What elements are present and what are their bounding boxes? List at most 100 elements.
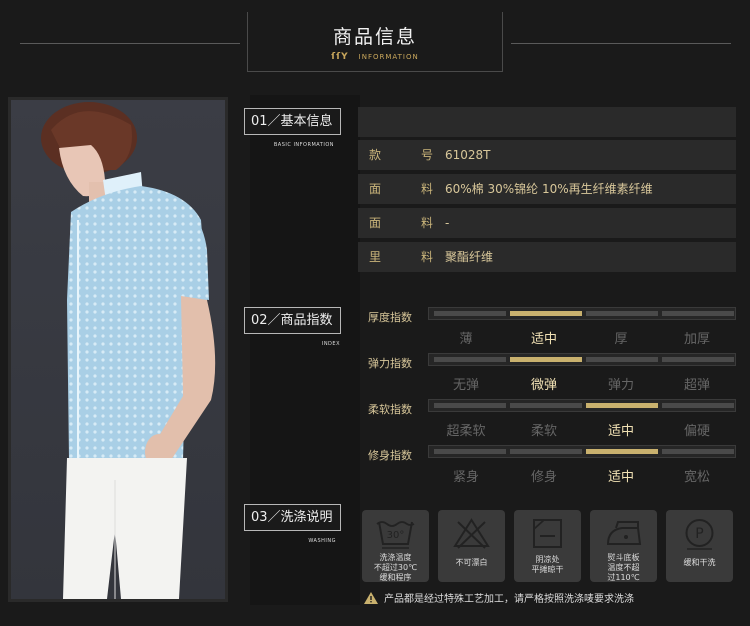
page-subtitle: ſſY INFORMATION [248, 52, 502, 62]
index-option: 超弹 [683, 378, 710, 393]
index-segment [586, 311, 658, 316]
index-segment-selected [586, 449, 658, 454]
info-key: 料 [421, 250, 434, 264]
info-row-fabric: 面 料 60%棉 30%锦纶 10%再生纤维素纤维 [358, 174, 736, 204]
washing-card: 不可漂白 [438, 510, 505, 582]
index-segment [434, 357, 506, 362]
washing-text-line: 阴凉处 [535, 555, 560, 564]
index-segment [662, 311, 734, 316]
info-row-fabric-2: 面 料 - [358, 208, 736, 238]
index-segment [586, 357, 658, 362]
warning-icon [364, 591, 378, 607]
index-segment-selected [586, 403, 658, 408]
brand-logo: ſſY [331, 52, 349, 62]
info-row-style: 款 号 61028T [358, 140, 736, 170]
section-basic-info-label: 01／基本信息 [244, 108, 341, 135]
washing-text: 洗涤温度 不超过30℃ 缓和程序 [362, 553, 429, 583]
index-segment [434, 403, 506, 408]
info-key: 面 [369, 182, 382, 196]
index-segment [510, 403, 582, 408]
index-option: 宽松 [683, 470, 710, 485]
washing-card: 阴凉处 平摊晾干 [514, 510, 581, 582]
index-option: 无弹 [452, 378, 479, 393]
washing-text-line: 熨斗底板 [607, 553, 640, 562]
section-index-en: INDEX [321, 341, 340, 347]
washing-text: 缓和干洗 [666, 558, 733, 568]
header-divider-right [511, 43, 731, 44]
index-bar [428, 445, 736, 458]
index-segment [434, 311, 506, 316]
index-label: 柔软指数 [368, 403, 412, 416]
index-segment [510, 449, 582, 454]
index-option-selected: 微弹 [530, 378, 557, 393]
index-bar [428, 399, 736, 412]
washing-card: 熨斗底板 温度不超 过110℃ [590, 510, 657, 582]
subtitle-text: INFORMATION [358, 53, 419, 61]
washing-card: P 缓和干洗 [666, 510, 733, 582]
info-key: 料 [421, 182, 434, 196]
washing-text: 阴凉处 平摊晾干 [514, 555, 581, 575]
dry-clean-p-icon: P [666, 516, 733, 550]
index-option-selected: 适中 [607, 424, 634, 439]
index-option: 紧身 [452, 470, 479, 485]
index-segment [434, 449, 506, 454]
header-divider-left [20, 43, 240, 44]
washing-text: 不可漂白 [438, 558, 505, 568]
info-key: 款 [369, 148, 382, 162]
section-basic-info-en: BASIC INFORMATION [273, 142, 334, 148]
info-row-lining: 里 料 聚酯纤维 [358, 242, 736, 272]
index-option: 柔软 [530, 424, 557, 439]
info-value: 61028T [445, 148, 491, 162]
index-option: 厚 [614, 332, 628, 347]
section-washing-en: WASHING [308, 538, 336, 544]
washing-text-line: 缓和干洗 [683, 558, 716, 567]
index-option-selected: 适中 [607, 470, 634, 485]
no-bleach-icon [438, 516, 505, 550]
index-segment [662, 357, 734, 362]
index-label: 修身指数 [368, 449, 412, 462]
info-key: 号 [421, 148, 434, 162]
header-box: 商品信息 ſſY INFORMATION [247, 12, 503, 72]
svg-text:P: P [695, 526, 703, 542]
index-option: 弹力 [607, 378, 634, 393]
section-washing-label: 03／洗涤说明 [244, 504, 341, 531]
index-option-selected: 适中 [530, 332, 557, 347]
washing-text-line: 平摊晾干 [531, 565, 564, 574]
washing-text-line: 过110℃ [607, 573, 640, 582]
index-segment-selected [510, 357, 582, 362]
washing-text-line: 洗涤温度 [379, 553, 412, 562]
model-photo [8, 97, 228, 602]
index-option: 偏硬 [683, 424, 710, 439]
svg-text:30°: 30° [387, 530, 405, 541]
info-value: - [445, 216, 450, 230]
index-label: 厚度指数 [368, 311, 412, 324]
index-bar [428, 353, 736, 366]
washing-text-line: 缓和程序 [379, 573, 412, 582]
index-segment [662, 449, 734, 454]
index-segment [662, 403, 734, 408]
page-title: 商品信息 [332, 26, 417, 48]
washing-warning: 产品都是经过特殊工艺加工，请严格按照洗涤唛要求洗涤 [364, 590, 634, 607]
washing-card: 30° 洗涤温度 不超过30℃ 缓和程序 [362, 510, 429, 582]
info-header-row [358, 107, 736, 137]
washing-text-line: 不超过30℃ [373, 563, 418, 572]
warning-text: 产品都是经过特殊工艺加工，请严格按照洗涤唛要求洗涤 [384, 594, 634, 605]
index-option: 超柔软 [446, 424, 486, 439]
washing-text-line: 不可漂白 [455, 558, 488, 567]
info-value: 聚酯纤维 [445, 250, 494, 264]
iron-110-icon [590, 516, 657, 550]
index-option: 加厚 [683, 332, 710, 347]
info-key: 面 [369, 216, 382, 230]
wash-30-icon: 30° [362, 516, 429, 550]
index-option: 薄 [459, 332, 473, 347]
info-value: 60%棉 30%锦纶 10%再生纤维素纤维 [445, 182, 653, 196]
index-label: 弹力指数 [368, 357, 412, 370]
index-bar [428, 307, 736, 320]
info-key: 里 [369, 250, 382, 264]
washing-text: 熨斗底板 温度不超 过110℃ [590, 553, 657, 583]
model-illustration [41, 102, 216, 599]
section-index-label: 02／商品指数 [244, 307, 341, 334]
washing-text-line: 温度不超 [607, 563, 640, 572]
index-option: 修身 [530, 470, 557, 485]
dry-flat-shade-icon [514, 516, 581, 550]
